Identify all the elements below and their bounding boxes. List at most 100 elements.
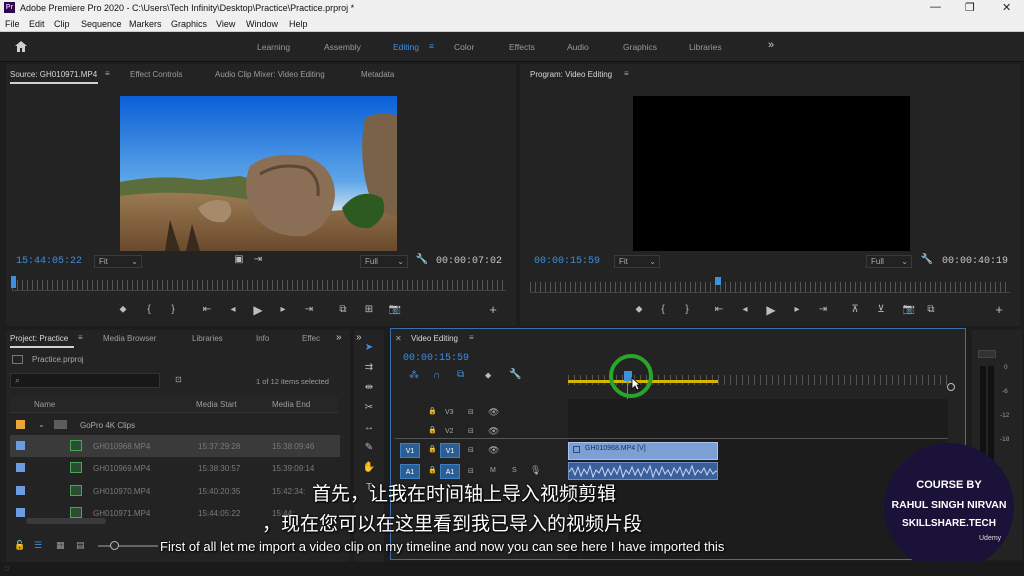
program-menu-icon[interactable]: ≡ — [624, 69, 629, 78]
step-forward-icon[interactable]: ▸ — [276, 304, 290, 315]
source-playhead[interactable] — [11, 276, 16, 288]
wrench-icon[interactable]: 🔧 — [509, 369, 521, 380]
timeline-timecode[interactable]: 00:00:15:59 — [403, 353, 469, 364]
track-select-tool-icon[interactable]: ⇉ — [360, 362, 378, 378]
mark-out-icon[interactable]: } — [680, 304, 694, 315]
comparison-view-icon[interactable]: ⧉ — [924, 304, 938, 315]
button-editor-plus-icon[interactable]: + — [486, 302, 500, 317]
mark-in-icon[interactable]: { — [656, 304, 670, 315]
program-time-ruler[interactable] — [530, 282, 1010, 292]
ripple-edit-tool-icon[interactable]: ⇹ — [360, 382, 378, 398]
step-forward-icon[interactable]: ▸ — [790, 304, 804, 315]
program-fit-select[interactable]: Fit ⌄ — [614, 255, 660, 268]
lock-icon[interactable]: 🔒 — [428, 407, 437, 415]
menu-edit[interactable]: Edit — [29, 19, 45, 29]
workspace-tab-learning[interactable]: Learning — [257, 42, 290, 52]
disclosure-arrow-icon[interactable]: ⌄ — [38, 420, 45, 429]
track-target-v1[interactable]: V1 — [440, 443, 460, 458]
add-marker-icon[interactable]: ⬥ — [116, 304, 130, 315]
menu-sequence[interactable]: Sequence — [81, 19, 122, 29]
source-quality-select[interactable]: Full ⌄ — [360, 255, 408, 268]
add-marker-icon[interactable]: ⬥ — [485, 370, 491, 381]
go-to-out-icon[interactable]: ⇥ — [302, 304, 316, 315]
project-search-input[interactable]: ⌕ — [10, 373, 160, 388]
eye-icon[interactable]: 👁 — [488, 407, 499, 418]
column-media-start[interactable]: Media Start — [196, 400, 237, 409]
mark-out-icon[interactable]: } — [166, 304, 180, 315]
table-row[interactable]: GH010969.MP4 15:38:30:57 15:39:09:14 — [10, 457, 340, 479]
workspace-tab-color[interactable]: Color — [454, 42, 474, 52]
maximize-icon[interactable]: ❐ — [965, 1, 975, 14]
wrench-icon[interactable]: 🔧 — [415, 254, 429, 265]
program-video-frame[interactable] — [633, 96, 910, 251]
selection-tool-icon[interactable]: ➤ — [360, 342, 378, 358]
horizontal-scrollbar[interactable] — [26, 518, 106, 524]
solo-track-button[interactable]: S — [512, 467, 517, 474]
workspace-tab-libraries[interactable]: Libraries — [689, 42, 722, 52]
tab-audio-clip-mixer[interactable]: Audio Clip Mixer: Video Editing — [215, 70, 325, 79]
home-icon[interactable] — [14, 40, 28, 53]
workspace-tab-graphics[interactable]: Graphics — [623, 42, 657, 52]
linked-selection-icon[interactable]: ⧉ — [457, 369, 464, 380]
menu-clip[interactable]: Clip — [54, 19, 70, 29]
pen-tool-icon[interactable]: ✎ — [360, 442, 378, 458]
menu-graphics[interactable]: Graphics — [171, 19, 207, 29]
lock-icon[interactable]: 🔒 — [428, 466, 437, 474]
snap-magnet-icon[interactable]: ∩ — [433, 370, 440, 381]
mark-in-icon[interactable]: { — [142, 304, 156, 315]
go-to-in-icon[interactable]: ⇤ — [200, 304, 214, 315]
tab-libraries[interactable]: Libraries — [192, 334, 223, 343]
overwrite-icon[interactable]: ⊞ — [362, 304, 376, 315]
tab-media-browser[interactable]: Media Browser — [103, 334, 156, 343]
insert-marker-icon[interactable]: ⇥ — [251, 254, 265, 265]
lock-icon[interactable]: 🔒 — [428, 445, 437, 453]
timeline-close-icon[interactable]: ✕ — [395, 334, 402, 343]
sync-lock-icon[interactable]: ⊟ — [468, 408, 474, 416]
sync-lock-icon[interactable]: ⊟ — [468, 467, 474, 475]
workspace-tab-editing[interactable]: Editing — [393, 42, 419, 52]
source-video-frame[interactable] — [120, 96, 397, 251]
extract-icon[interactable]: ⊻ — [874, 304, 888, 315]
tab-metadata[interactable]: Metadata — [361, 70, 394, 79]
program-timecode[interactable]: 00:00:15:59 — [534, 256, 600, 267]
column-name[interactable]: Name — [34, 400, 55, 409]
add-marker-icon[interactable]: ⬥ — [632, 304, 646, 315]
new-bin-from-search-icon[interactable]: ⊡ — [175, 375, 182, 384]
menu-window[interactable]: Window — [246, 19, 278, 29]
tab-program[interactable]: Program: Video Editing — [530, 70, 612, 79]
mute-track-button[interactable]: M — [490, 467, 496, 474]
timeline-menu-icon[interactable]: ≡ — [469, 333, 474, 342]
play-icon[interactable]: ▶ — [764, 303, 778, 317]
workspace-tab-audio[interactable]: Audio — [567, 42, 589, 52]
icon-view-icon[interactable]: ▦ — [56, 540, 65, 551]
audio-clip-gh010968[interactable] — [568, 462, 718, 480]
button-editor-plus-icon[interactable]: + — [992, 302, 1006, 317]
export-frame-icon[interactable]: 📷 — [388, 304, 402, 315]
column-media-end[interactable]: Media End — [272, 400, 310, 409]
menu-view[interactable]: View — [216, 19, 235, 29]
source-time-ruler[interactable] — [12, 280, 506, 290]
export-frame-icon[interactable]: 📷 — [902, 304, 916, 315]
voiceover-mic-icon[interactable]: 🎙 — [530, 465, 541, 476]
tab-effect-controls[interactable]: Effect Controls — [130, 70, 182, 79]
razor-tool-icon[interactable]: ✂ — [360, 402, 378, 418]
editing-menu-icon[interactable]: ≡ — [429, 41, 434, 51]
source-timecode[interactable]: 15:44:05:22 — [16, 256, 82, 267]
workspace-tab-assembly[interactable]: Assembly — [324, 42, 361, 52]
nest-icon[interactable]: ⁂ — [409, 370, 419, 381]
sync-lock-icon[interactable]: ⊟ — [468, 427, 474, 435]
freeform-view-icon[interactable]: ▤ — [76, 540, 85, 551]
source-patch-v1[interactable]: V1 — [400, 443, 420, 458]
write-lock-icon[interactable]: 🔓 — [14, 540, 25, 551]
eye-icon[interactable]: 👁 — [488, 426, 499, 437]
meter-menu-icon[interactable] — [978, 350, 996, 358]
list-item-folder[interactable]: ⌄ GoPro 4K Clips — [10, 414, 340, 436]
close-icon[interactable]: ✕ — [1002, 1, 1011, 14]
list-view-icon[interactable]: ☰ — [34, 540, 42, 551]
step-back-icon[interactable]: ◂ — [226, 304, 240, 315]
insert-icon[interactable]: ⧉ — [336, 304, 350, 315]
sync-lock-icon[interactable]: ⊟ — [468, 446, 474, 454]
slip-tool-icon[interactable]: ↔ — [360, 422, 378, 438]
table-row[interactable]: GH010970.MP4 15:40:20:35 15:42:34: — [10, 480, 340, 502]
minimize-icon[interactable]: — — [930, 1, 941, 13]
